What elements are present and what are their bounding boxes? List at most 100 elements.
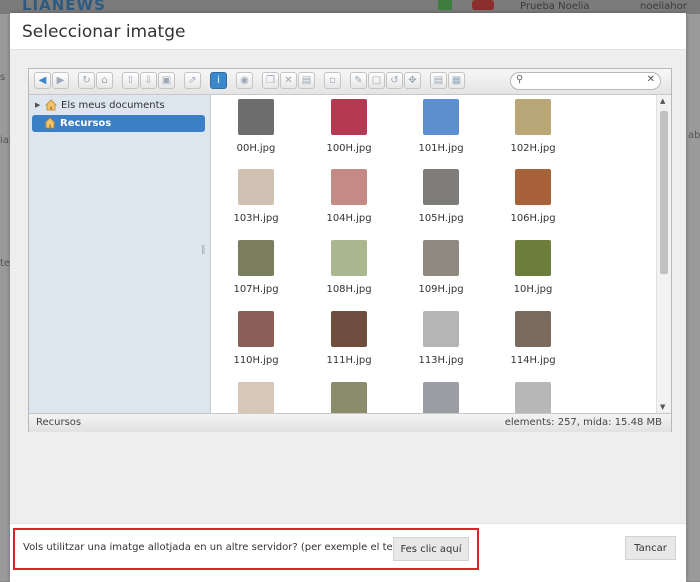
file-item[interactable]: [314, 380, 384, 413]
copy-icon[interactable]: ❐: [262, 72, 279, 89]
file-item[interactable]: 102H.jpg: [498, 97, 568, 163]
file-name: 113H.jpg: [418, 355, 464, 366]
tree-item-recursos[interactable]: Recursos: [32, 115, 205, 132]
file-name: 110H.jpg: [233, 355, 279, 366]
icon-view-icon[interactable]: ▦: [448, 72, 465, 89]
upload-icon[interactable]: ⇧: [122, 72, 139, 89]
file-thumbnail: [331, 382, 367, 413]
home-icon[interactable]: ⌂: [96, 72, 113, 89]
clear-search-icon[interactable]: ✕: [647, 74, 655, 85]
file-name: 107H.jpg: [233, 284, 279, 295]
file-item[interactable]: [498, 380, 568, 413]
files-grid: 00H.jpg 100H.jpg 101H.jpg 102H.jpg 103H.…: [211, 95, 656, 413]
file-thumbnail: [238, 99, 274, 135]
folder-tree: ▶ Els meus documents Recursos ‖: [29, 95, 211, 413]
resize-icon[interactable]: ✥: [404, 72, 421, 89]
chat-icon: [438, 0, 452, 10]
status-bar: Recursos elements: 257, mida: 15.48 MB: [29, 413, 671, 432]
select-icon[interactable]: ⇗: [184, 72, 201, 89]
external-image-prompt: Vols utilitzar una imatge allotjada en u…: [23, 542, 433, 553]
search-input[interactable]: [529, 74, 639, 88]
reload-icon[interactable]: ↻: [78, 72, 95, 89]
home-folder-icon: [45, 99, 57, 111]
tree-item-label: Els meus documents: [61, 100, 165, 111]
search-box[interactable]: ⚲ ✕: [510, 72, 661, 90]
file-name: 00H.jpg: [236, 143, 276, 154]
file-name: 105H.jpg: [418, 213, 464, 224]
file-item[interactable]: 101H.jpg: [406, 97, 476, 163]
background-logo: LIANEWS: [22, 0, 106, 14]
file-item[interactable]: 100H.jpg: [314, 97, 384, 163]
home-folder-icon: [44, 117, 56, 129]
scroll-down-icon[interactable]: ▼: [660, 403, 665, 411]
file-item[interactable]: 108H.jpg: [314, 238, 384, 304]
file-thumbnail: [423, 169, 459, 205]
pane-resize-handle[interactable]: ‖: [201, 245, 206, 255]
file-name: 10H.jpg: [513, 284, 553, 295]
file-item[interactable]: 103H.jpg: [221, 167, 291, 233]
file-name: 114H.jpg: [510, 355, 556, 366]
file-thumbnail: [423, 240, 459, 276]
cut-icon[interactable]: ✕: [280, 72, 297, 89]
file-name: 108H.jpg: [326, 284, 372, 295]
file-item[interactable]: [221, 380, 291, 413]
scrollbar-thumb[interactable]: [660, 111, 668, 274]
file-thumbnail: [515, 240, 551, 276]
file-item[interactable]: 10H.jpg: [498, 238, 568, 304]
file-item[interactable]: 113H.jpg: [406, 309, 476, 375]
file-thumbnail: [515, 169, 551, 205]
forward-icon[interactable]: ▶: [52, 72, 69, 89]
crop-icon[interactable]: □: [368, 72, 385, 89]
file-thumbnail: [238, 240, 274, 276]
file-item[interactable]: 106H.jpg: [498, 167, 568, 233]
paste-icon[interactable]: ▤: [298, 72, 315, 89]
dialog-header: Seleccionar imatge: [10, 13, 686, 50]
scroll-up-icon[interactable]: ▲: [660, 97, 665, 105]
file-name: 100H.jpg: [326, 143, 372, 154]
save-icon[interactable]: ▣: [158, 72, 175, 89]
file-item[interactable]: 109H.jpg: [406, 238, 476, 304]
back-icon[interactable]: ◀: [34, 72, 51, 89]
file-thumbnail: [238, 169, 274, 205]
file-thumbnail: [423, 311, 459, 347]
file-item[interactable]: 00H.jpg: [221, 97, 291, 163]
background-user-email: noeliahor: [640, 1, 687, 12]
file-thumbnail: [515, 382, 551, 413]
file-name: 101H.jpg: [418, 143, 464, 154]
file-thumbnail: [331, 311, 367, 347]
tree-item-my-documents[interactable]: ▶ Els meus documents: [33, 97, 203, 114]
edit-icon[interactable]: ✎: [350, 72, 367, 89]
vertical-scrollbar[interactable]: ▲ ▼: [656, 95, 671, 413]
file-item[interactable]: 105H.jpg: [406, 167, 476, 233]
file-thumbnail: [423, 382, 459, 413]
cancel-button[interactable]: Tancar: [625, 536, 676, 560]
file-item[interactable]: 114H.jpg: [498, 309, 568, 375]
status-folder: Recursos: [36, 417, 82, 428]
file-browser: ◀ ▶ ↻ ⌂ ⇧ ⇩ ▣ ⇗ i ◉ ❐ ✕ ▤ ▫ ✎ □ ↺ ✥ ▤ ▦ …: [28, 68, 672, 432]
file-thumbnail: [515, 99, 551, 135]
tree-item-label: Recursos: [60, 118, 112, 129]
file-name: 109H.jpg: [418, 284, 464, 295]
select-image-dialog: Seleccionar imatge ◀ ▶ ↻ ⌂ ⇧ ⇩ ▣ ⇗ i ◉ ❐…: [10, 13, 686, 582]
file-thumbnail: [331, 169, 367, 205]
external-image-button[interactable]: Fes clic aquí: [393, 537, 469, 561]
file-item[interactable]: 107H.jpg: [221, 238, 291, 304]
background-fragment: s: [0, 72, 6, 83]
file-thumbnail: [238, 311, 274, 347]
rename-icon[interactable]: ▫: [324, 72, 341, 89]
info-icon[interactable]: i: [210, 72, 227, 89]
list-view-icon[interactable]: ▤: [430, 72, 447, 89]
background-fragment: ab: [688, 130, 700, 141]
file-item[interactable]: 111H.jpg: [314, 309, 384, 375]
file-name: 102H.jpg: [510, 143, 556, 154]
download-icon[interactable]: ⇩: [140, 72, 157, 89]
file-item[interactable]: 104H.jpg: [314, 167, 384, 233]
file-thumbnail: [238, 382, 274, 413]
external-image-box: Vols utilitzar una imatge allotjada en u…: [13, 528, 479, 570]
view-icon[interactable]: ◉: [236, 72, 253, 89]
rotate-icon[interactable]: ↺: [386, 72, 403, 89]
file-item[interactable]: 110H.jpg: [221, 309, 291, 375]
expand-arrow-icon[interactable]: ▶: [35, 97, 40, 114]
file-item[interactable]: [406, 380, 476, 413]
file-name: 106H.jpg: [510, 213, 556, 224]
